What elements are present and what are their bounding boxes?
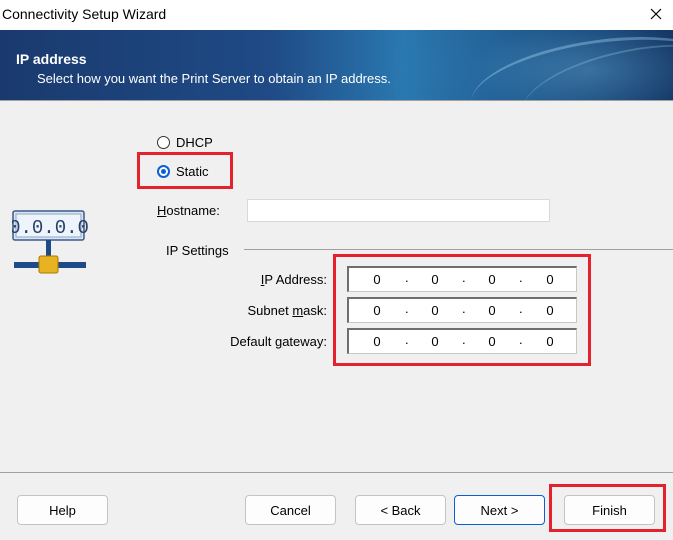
ip-settings-divider [244,249,673,250]
footer-divider [0,472,673,473]
radio-dhcp[interactable]: DHCP [157,135,213,150]
title-bar: Connectivity Setup Wizard [0,0,673,30]
help-button[interactable]: Help [17,495,108,525]
banner-divider [0,100,673,101]
header-banner: IP address Select how you want the Print… [0,30,673,100]
hostname-input[interactable] [247,199,550,222]
cancel-button[interactable]: Cancel [245,495,336,525]
radio-dhcp-label: DHCP [176,135,213,150]
close-icon[interactable] [644,4,668,26]
back-button[interactable]: < Back [355,495,446,525]
highlight-ip-fields [333,254,591,366]
ip-display-text: 0.0.0.0 [12,217,88,239]
page-title: IP address [16,51,87,67]
highlight-finish [549,484,666,532]
window-title: Connectivity Setup Wizard [2,6,167,22]
hostname-label: Hostname: [157,203,220,218]
radio-dhcp-circle[interactable] [157,136,170,149]
ip-settings-group-label: IP Settings [166,243,229,258]
default-gateway-label: Default gateway: [230,334,327,349]
network-ip-icon: 0.0.0.0 [9,209,89,275]
next-button[interactable]: Next > [454,495,545,525]
highlight-static [137,152,233,189]
page-subtitle: Select how you want the Print Server to … [37,71,391,86]
subnet-mask-label: Subnet mask: [247,303,327,318]
ip-address-label: IP Address: [260,272,327,287]
